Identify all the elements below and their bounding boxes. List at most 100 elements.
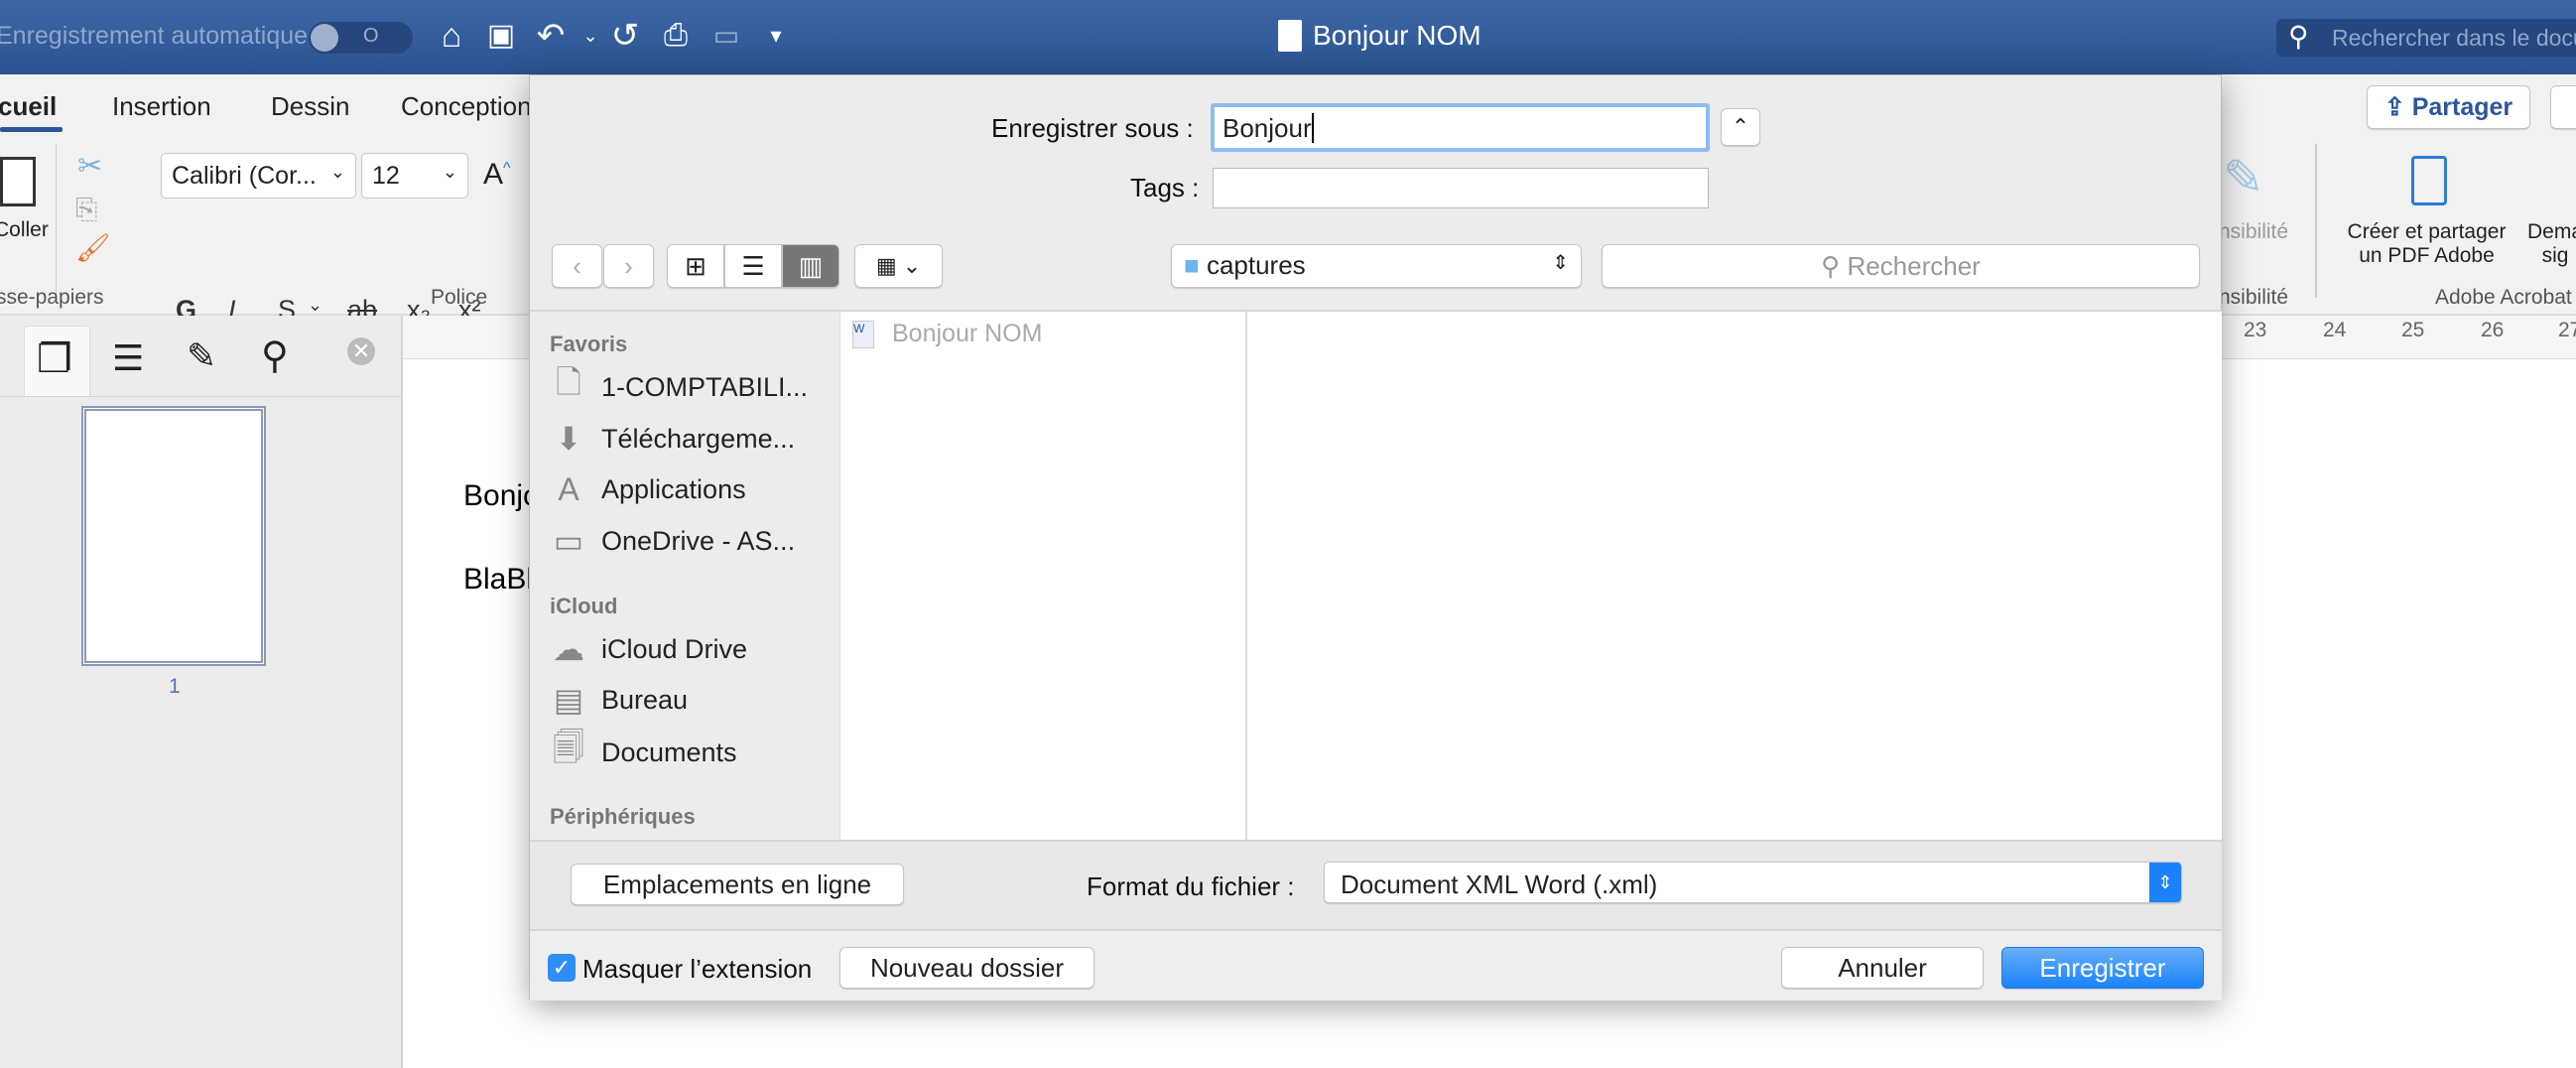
sidebar-item[interactable]: A Applications	[550, 470, 745, 508]
select-arrows-icon: ⇕	[2149, 863, 2181, 902]
list-view-button[interactable]: ☰	[724, 244, 782, 288]
document-title: Bonjour NOM	[1313, 20, 1481, 51]
edit-document-icon[interactable]: ✎	[187, 335, 216, 377]
sidebar-item[interactable]: ⬇ Téléchargeme...	[550, 420, 796, 458]
hide-extension-checkbox[interactable]: ✓	[548, 954, 576, 982]
sidebar-item[interactable]: ▭ OneDrive - AS...	[550, 522, 795, 560]
pages-icon: ❐	[37, 337, 72, 381]
sidebar-header: Favoris	[550, 332, 628, 356]
font-name-select[interactable]: Calibri (Cor... ⌄	[161, 153, 356, 199]
customize-toolbar-icon[interactable]: ▾	[756, 16, 796, 56]
download-icon: ⬇	[555, 421, 582, 457]
redo-icon[interactable]: ↺	[605, 16, 645, 56]
sensitivity-label: nsibilité	[2219, 220, 2289, 243]
home-icon[interactable]: ⌂	[432, 16, 471, 56]
collapse-dialog-button[interactable]: ⌃	[1721, 108, 1760, 146]
tab-accueil[interactable]: cueil	[0, 91, 57, 122]
dialog-sidebar: Favoris 🗋 1-COMPTABILI... ⬇ Téléchargeme..…	[530, 310, 839, 840]
group-label-sensitivity: nsibilité	[2219, 286, 2289, 309]
undo-icon[interactable]: ↶	[531, 16, 571, 56]
sidebar-item[interactable]: ▤ Bureau	[550, 681, 688, 719]
cancel-button[interactable]: Annuler	[1781, 947, 1984, 989]
dialog-search-input[interactable]: ⚲ Rechercher	[1602, 244, 2200, 288]
group-label-clipboard: sse-papiers	[0, 286, 104, 309]
location-select[interactable]: ■ captures ⇕	[1171, 244, 1582, 288]
ruler-number: 23	[2244, 319, 2267, 341]
desktop-icon: ▤	[553, 682, 584, 718]
page-number: 1	[169, 675, 181, 698]
cloud-icon: ☁	[553, 631, 584, 667]
request-signature-button[interactable]: Demasig	[2527, 220, 2576, 268]
paste-label: Coller	[0, 218, 49, 241]
word-doc-icon	[1278, 20, 1302, 52]
ruler-number: 27	[2558, 319, 2576, 341]
search-document-input[interactable]: ⚲ Rechercher dans le docu	[2276, 19, 2576, 57]
save-as-input[interactable]: Bonjour	[1211, 103, 1710, 152]
paste-icon[interactable]	[0, 157, 36, 206]
tab-insertion[interactable]: Insertion	[112, 91, 211, 122]
group-button[interactable]: ▦ ⌄	[854, 244, 943, 288]
active-tab-indicator	[0, 127, 63, 132]
group-label-acrobat: Adobe Acrobat	[2435, 286, 2572, 309]
autosave-label: Enregistrement automatique	[0, 22, 309, 50]
sidebar-item[interactable]: ☁ iCloud Drive	[550, 630, 747, 668]
search-icon[interactable]: ⚲	[261, 334, 289, 378]
underline-dropdown-icon[interactable]: ⌄	[308, 295, 322, 316]
options-panel: Emplacements en ligne Format du fichier …	[530, 840, 2222, 929]
sidebar-header: Périphériques	[550, 804, 696, 829]
document-icon: 🗋	[556, 364, 581, 400]
ruler-number: 26	[2481, 319, 2505, 341]
file-item[interactable]: W Bonjour NOM	[852, 320, 1042, 348]
file-format-select[interactable]: Document XML Word (.xml) ⇕	[1324, 862, 2182, 903]
dialog-footer: ✓ Masquer l’extension Nouveau dossier An…	[530, 929, 2222, 1001]
undo-dropdown-icon[interactable]: ⌄	[571, 16, 610, 56]
icon-view-button[interactable]: ⊞	[667, 244, 724, 288]
outline-icon[interactable]: ☰	[112, 337, 144, 379]
grow-font-icon[interactable]: A^	[483, 158, 511, 192]
form-icon[interactable]: ▭	[707, 16, 746, 56]
cut-icon[interactable]: ✂	[77, 149, 102, 184]
tags-label: Tags :	[1130, 173, 1200, 202]
create-pdf-icon	[2411, 156, 2447, 205]
file-browser: W Bonjour NOM	[839, 310, 2222, 840]
save-icon[interactable]: ▣	[481, 16, 521, 56]
navigation-pane: ❐ ☰ ✎ ⚲ ✕ 1	[0, 316, 403, 1068]
file-format-label: Format du fichier :	[1087, 871, 1295, 901]
close-pane-icon[interactable]: ✕	[347, 337, 375, 365]
column-view-button[interactable]: ▥	[782, 244, 839, 288]
save-button[interactable]: Enregistrer	[2001, 947, 2204, 989]
create-share-pdf-button[interactable]: Créer et partager un PDF Adobe	[2340, 220, 2513, 268]
word-file-icon: W	[852, 320, 874, 348]
ruler-number: 25	[2401, 319, 2425, 341]
new-folder-button[interactable]: Nouveau dossier	[839, 947, 1095, 989]
hide-extension-label[interactable]: Masquer l’extension	[582, 954, 812, 985]
sidebar-header: iCloud	[550, 594, 618, 618]
share-icon: ⇪	[2383, 93, 2412, 121]
copy-icon[interactable]: ⎘	[75, 194, 97, 226]
search-icon: ⚲	[2288, 21, 2309, 52]
sensitivity-icon[interactable]: ✎	[2223, 149, 2264, 206]
format-painter-icon[interactable]: 🖌	[75, 231, 111, 264]
font-size-select[interactable]: 12 ⌄	[361, 153, 468, 199]
save-dialog: Enregistrer sous : Bonjour ⌃ Tags : ‹ › …	[529, 74, 2222, 1001]
ruler-number: 24	[2323, 319, 2347, 341]
print-icon[interactable]: ⎙	[656, 16, 696, 56]
forward-button[interactable]: ›	[603, 244, 654, 288]
tab-conception[interactable]: Conception	[401, 91, 532, 122]
sidebar-item[interactable]: 🗐 Documents	[550, 730, 737, 771]
tags-input[interactable]	[1213, 168, 1709, 208]
sidebar-item[interactable]: 🗋 1-COMPTABILI...	[550, 364, 808, 406]
autosave-toggle[interactable]: O	[309, 22, 413, 54]
share-button[interactable]: ⇪ Partager	[2367, 85, 2530, 129]
comments-button[interactable]	[2550, 85, 2576, 129]
thumbnails-tab[interactable]: ❐	[24, 326, 90, 397]
applications-icon: A	[558, 470, 580, 507]
tab-dessin[interactable]: Dessin	[271, 91, 349, 122]
folder-icon: ■	[1184, 250, 1200, 280]
online-locations-button[interactable]: Emplacements en ligne	[571, 864, 904, 905]
group-label-font: Police	[431, 286, 488, 309]
title-bar: Enregistrement automatique O ⌂ ▣ ↶ ⌄ ↺ ⎙…	[0, 0, 2576, 74]
back-button[interactable]: ‹	[552, 244, 602, 288]
page-thumbnail[interactable]	[81, 406, 266, 666]
document-line[interactable]: BlaBl	[463, 563, 533, 597]
